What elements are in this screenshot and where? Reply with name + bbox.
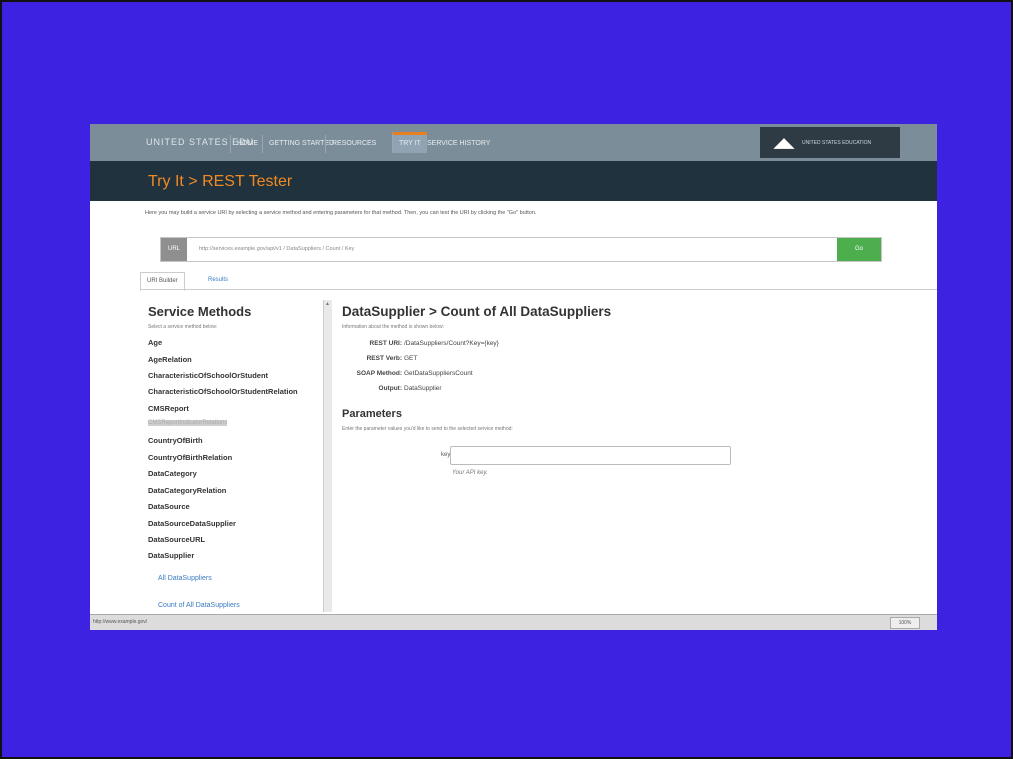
url-label: URL (161, 238, 187, 261)
nav-tab-service-history[interactable]: SERVICE HISTORY (420, 135, 496, 153)
sidebar-item-data-category[interactable]: DataCategory (148, 469, 197, 478)
sidebar-item-characteristic[interactable]: CharacteristicOfSchoolOrStudent (148, 371, 268, 380)
rest-verb-value: GET (404, 355, 418, 362)
nav-tab-home[interactable]: HOME (230, 135, 264, 153)
url-input[interactable]: http://services.example.gov/api/v1 / Dat… (199, 246, 354, 252)
logo-mark-icon: ◢◣ (774, 135, 794, 150)
sidebar-item-cms-report-indicator[interactable]: CMSReportIndicatorRelations (148, 420, 228, 426)
browser-screenshot: UNITED STATES EDU HOME GETTING STARTED R… (90, 124, 937, 630)
sidebar-item-data-supplier[interactable]: DataSupplier (148, 551, 194, 560)
sidebar-subitem-count-data-suppliers[interactable]: Count of All DataSuppliers (158, 602, 240, 609)
logo-text: UNITED STATES EDUCATION (802, 140, 872, 146)
sidebar-subitem-all-data-suppliers[interactable]: All DataSuppliers (158, 575, 212, 582)
sidebar-item-data-category-relation[interactable]: DataCategoryRelation (148, 486, 226, 495)
sidebar-item-country-of-birth[interactable]: CountryOfBirth (148, 436, 203, 445)
sidebar-title: Service Methods (148, 304, 252, 319)
key-help-text: Your API key. (452, 470, 488, 476)
soap-method-value: GetDataSuppliersCount (404, 370, 473, 377)
sidebar-item-data-source-url[interactable]: DataSourceURL (148, 535, 205, 544)
sidebar-item-country-of-birth-relation[interactable]: CountryOfBirthRelation (148, 453, 232, 462)
scroll-up-arrow-icon[interactable]: ▲ (325, 301, 330, 307)
sidebar-item-age-relation[interactable]: AgeRelation (148, 355, 192, 364)
rest-verb-label: REST Verb: (366, 355, 402, 362)
zoom-level[interactable]: 100% (890, 617, 920, 629)
sidebar-subtitle: Select a service method below: (148, 324, 218, 330)
tab-results[interactable]: Results (202, 272, 234, 289)
output-label: Output: (378, 385, 402, 392)
parameters-heading: Parameters (342, 408, 402, 420)
browser-status-bar: http://www.example.gov/ 100% (90, 614, 937, 630)
logo[interactable]: ◢◣ UNITED STATES EDUCATION (760, 127, 900, 158)
intro-text: Here you may build a service URI by sele… (145, 210, 537, 216)
key-input[interactable] (450, 446, 731, 465)
method-title: DataSupplier > Count of All DataSupplier… (342, 304, 612, 319)
output-value: DataSupplier (404, 385, 442, 392)
tab-divider (140, 289, 937, 290)
soap-method-label: SOAP Method: (356, 370, 402, 377)
sidebar-item-data-source[interactable]: DataSource (148, 502, 190, 511)
go-button[interactable]: Go (837, 238, 881, 261)
parameters-subtitle: Enter the parameter values you'd like to… (342, 426, 513, 432)
rest-uri-label: REST URI: (369, 340, 403, 347)
slide-background: UNITED STATES EDU HOME GETTING STARTED R… (0, 0, 1013, 759)
sidebar-item-data-source-data-supplier[interactable]: DataSourceDataSupplier (148, 519, 236, 528)
title-bar: Try It > REST Tester (90, 161, 937, 201)
sidebar-item-characteristic-relation[interactable]: CharacteristicOfSchoolOrStudentRelation (148, 387, 298, 396)
page-title: Try It > REST Tester (148, 173, 293, 190)
key-field-label: key: (440, 452, 452, 458)
status-url: http://www.example.gov/ (93, 619, 148, 625)
nav-tab-resources[interactable]: RESOURCES (325, 135, 382, 153)
sidebar-item-cms-report[interactable]: CMSReport (148, 404, 189, 413)
url-bar: URL http://services.example.gov/api/v1 /… (160, 237, 882, 262)
top-navbar: UNITED STATES EDU HOME GETTING STARTED R… (90, 124, 937, 161)
method-subtitle: Information about the method is shown be… (342, 324, 445, 330)
rest-uri-value: /DataSuppliers/Count?Key={key} (404, 340, 499, 347)
sidebar-item-age[interactable]: Age (148, 338, 162, 347)
sidebar-scrollbar[interactable]: ▲ (323, 300, 332, 612)
